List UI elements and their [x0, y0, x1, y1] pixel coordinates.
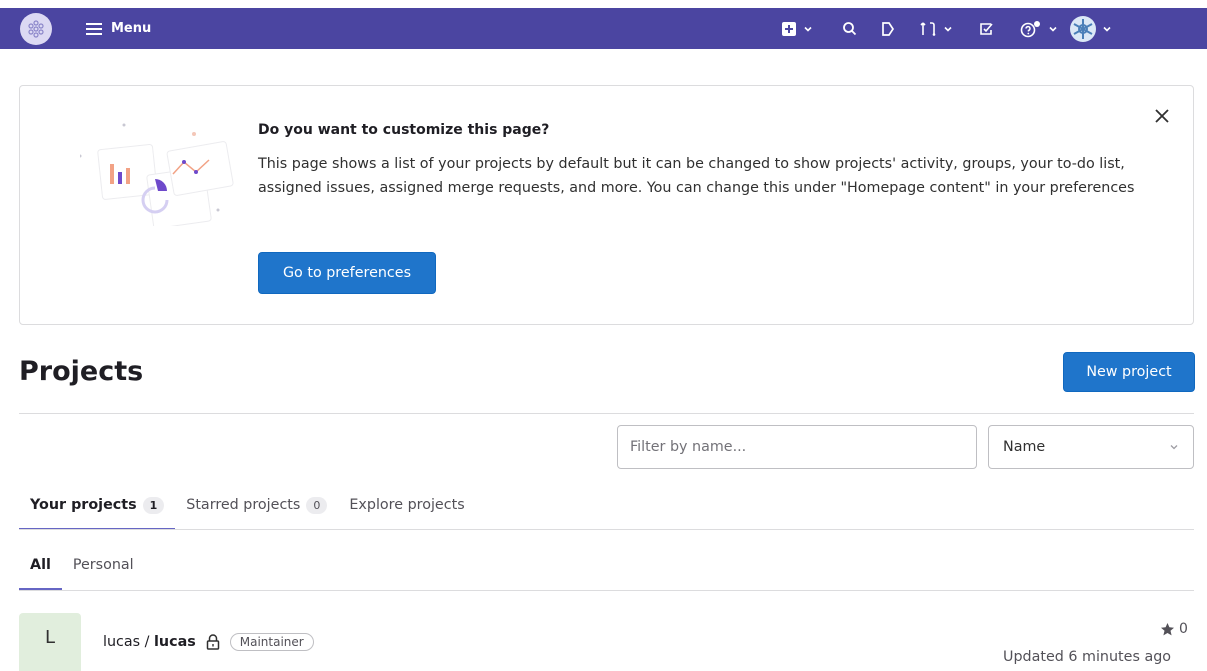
- issues-icon: [882, 21, 895, 36]
- search-icon: [843, 22, 857, 36]
- search-button[interactable]: [842, 8, 857, 49]
- path-separator: /: [140, 634, 155, 650]
- close-icon[interactable]: [1152, 106, 1172, 126]
- todo-icon: [980, 22, 993, 35]
- subtab-all[interactable]: All: [19, 540, 62, 590]
- user-menu-dropdown[interactable]: [1070, 8, 1112, 49]
- menu-button[interactable]: Menu: [86, 8, 151, 49]
- project-name: lucas: [154, 634, 196, 650]
- help-dropdown[interactable]: [1020, 8, 1058, 49]
- project-avatar[interactable]: L: [19, 613, 81, 671]
- banner-description: This page shows a list of your projects …: [258, 156, 1135, 196]
- new-project-button[interactable]: New project: [1063, 352, 1195, 392]
- divider: [19, 590, 1194, 591]
- plus-square-icon: [782, 21, 796, 36]
- chevron-down-icon: [1170, 445, 1178, 450]
- create-new-dropdown[interactable]: [781, 8, 813, 49]
- tab-your-projects[interactable]: Your projects 1: [19, 480, 175, 530]
- chevron-down-icon: [1049, 26, 1057, 32]
- sort-dropdown[interactable]: Name: [988, 425, 1194, 469]
- lock-icon: [206, 634, 219, 650]
- top-navbar: Menu: [0, 0, 1207, 57]
- tab-label: Explore projects: [349, 497, 465, 513]
- subtab-personal[interactable]: Personal: [62, 540, 145, 590]
- todos-button[interactable]: [978, 8, 994, 49]
- filter-by-name-input[interactable]: [617, 425, 977, 469]
- divider: [19, 529, 1194, 530]
- project-namespace: lucas: [103, 634, 141, 650]
- avatar-icon: [1070, 15, 1096, 42]
- project-filter-tabs: All Personal: [19, 540, 145, 590]
- count-badge: 1: [142, 496, 165, 514]
- issues-button[interactable]: [880, 8, 896, 49]
- tab-starred-projects[interactable]: Starred projects 0: [175, 480, 338, 530]
- go-to-preferences-button[interactable]: Go to preferences: [258, 252, 436, 294]
- project-tabs: Your projects 1 Starred projects 0 Explo…: [19, 480, 476, 530]
- logo-icon[interactable]: [20, 13, 52, 45]
- chevron-down-icon: [804, 26, 812, 32]
- help-icon: [1020, 20, 1040, 37]
- star-count-value: 0: [1179, 621, 1188, 637]
- chart-illustration-icon: [80, 123, 234, 226]
- customize-homepage-banner: Do you want to customize this page? This…: [19, 85, 1194, 325]
- project-name-link[interactable]: lucas / lucas Maintainer: [103, 633, 314, 651]
- star-icon: [1161, 622, 1174, 635]
- menu-label: Menu: [111, 21, 152, 36]
- tab-label: Your projects: [30, 497, 137, 513]
- banner-title: Do you want to customize this page?: [258, 122, 550, 138]
- tab-explore-projects[interactable]: Explore projects: [338, 480, 475, 530]
- star-count[interactable]: 0: [1160, 621, 1188, 637]
- page-title: Projects: [19, 356, 144, 387]
- chevron-down-icon: [944, 26, 952, 32]
- updated-timestamp: Updated 6 minutes ago: [1003, 649, 1172, 665]
- count-badge: 0: [306, 496, 328, 514]
- hamburger-icon: [86, 22, 102, 35]
- sort-value: Name: [1003, 439, 1046, 455]
- chevron-down-icon: [1103, 26, 1111, 32]
- role-badge: Maintainer: [229, 633, 314, 651]
- divider: [19, 413, 1194, 414]
- merge-requests-dropdown[interactable]: [919, 8, 953, 49]
- navbar-bar: Menu: [0, 8, 1207, 49]
- tab-label: Starred projects: [186, 497, 301, 513]
- merge-request-icon: [920, 21, 936, 36]
